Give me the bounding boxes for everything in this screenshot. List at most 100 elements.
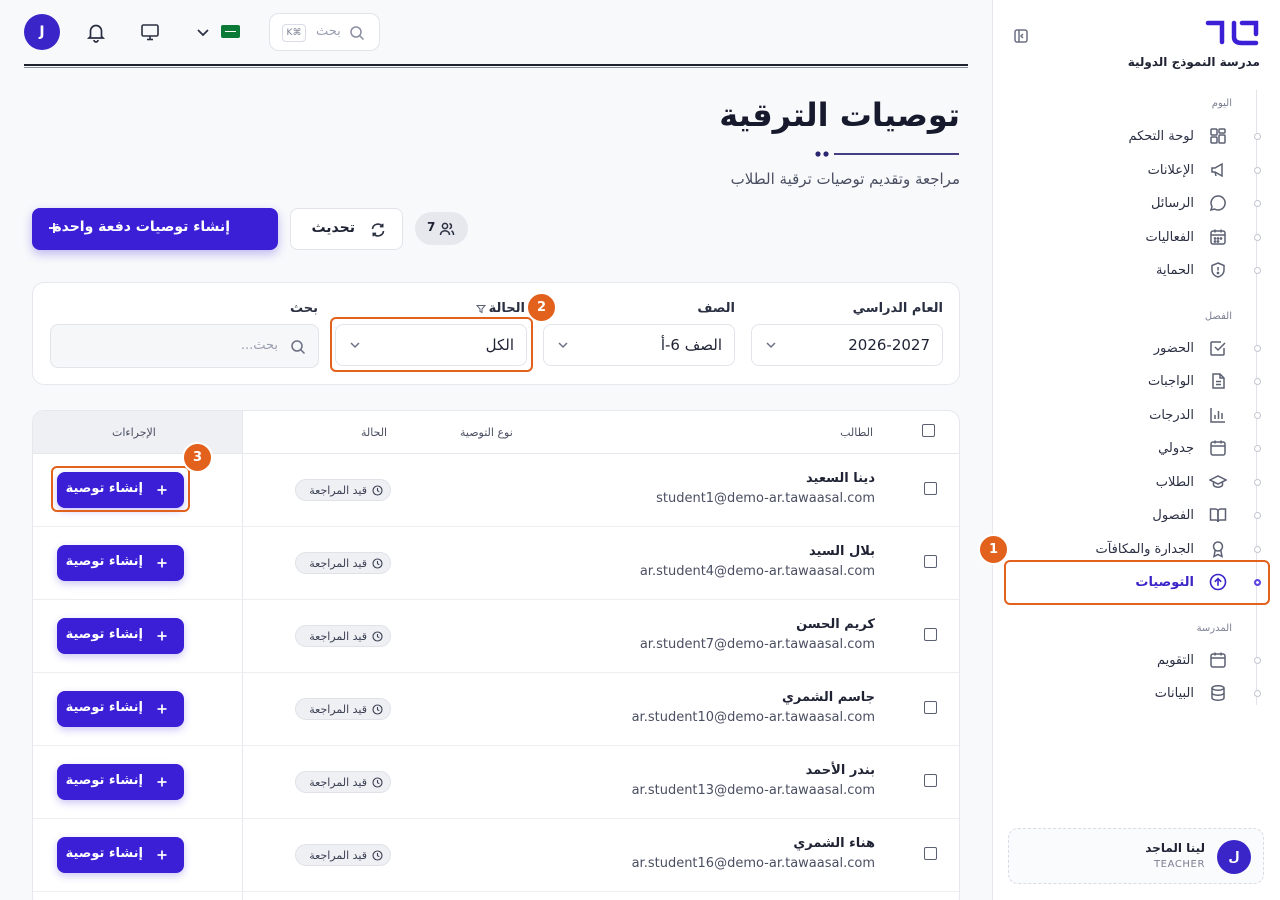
create-recommendation-label: إنشاء توصية bbox=[65, 627, 143, 642]
sidebar-item-dashboard[interactable]: لوحة التحكم bbox=[1004, 122, 1262, 150]
sidebar-item-calendar[interactable]: التقويم bbox=[1004, 646, 1262, 674]
sidebar-item-grades[interactable]: الدرجات bbox=[1004, 401, 1262, 429]
student-name: بندر الأحمد bbox=[805, 763, 875, 778]
header-status: الحالة bbox=[361, 426, 388, 439]
chevron-down-icon bbox=[764, 338, 778, 352]
global-search[interactable]: K⌘ بحث bbox=[269, 13, 380, 51]
page-title: توصيات الترقية bbox=[719, 96, 960, 134]
status-text: قيد المراجعة bbox=[309, 776, 367, 789]
database-icon bbox=[1209, 684, 1227, 702]
sidebar-item-classes[interactable]: الفصول bbox=[1004, 501, 1262, 529]
table-row: جاسم الشمري ar.student10@demo-ar.tawaasa… bbox=[33, 673, 959, 746]
row-checkbox[interactable] bbox=[924, 482, 937, 495]
check-square-icon bbox=[1209, 339, 1227, 357]
search-icon bbox=[290, 339, 306, 355]
title-underline-decoration bbox=[814, 150, 960, 158]
row-checkbox[interactable] bbox=[924, 774, 937, 787]
sidebar-item-protection[interactable]: الحماية bbox=[1004, 256, 1262, 284]
student-name: كريم الحسن bbox=[796, 617, 875, 632]
year-select-value: 2026-2027 bbox=[848, 336, 930, 354]
sidebar-item-label: الفصول bbox=[1152, 507, 1194, 523]
create-recommendation-button[interactable]: إنشاء توصية bbox=[57, 545, 184, 581]
book-icon bbox=[1209, 506, 1227, 524]
create-recommendation-button[interactable]: إنشاء توصية bbox=[57, 764, 184, 800]
clock-icon bbox=[372, 631, 383, 642]
table-row: بندر الأحمد ar.student13@demo-ar.tawaasa… bbox=[33, 746, 959, 819]
nav-dot bbox=[1254, 266, 1261, 274]
row-checkbox[interactable] bbox=[924, 701, 937, 714]
header-recommendation-type: نوع التوصية bbox=[460, 426, 513, 439]
search-placeholder: بحث bbox=[316, 24, 341, 39]
status-badge: قيد المراجعة bbox=[295, 552, 391, 574]
sidebar-item-students[interactable]: الطلاب bbox=[1004, 468, 1262, 496]
graduation-cap-icon bbox=[1209, 473, 1227, 491]
class-select-value: الصف 6-أ bbox=[660, 336, 722, 354]
sidebar-item-merits[interactable]: الجدارة والمكافآت bbox=[1004, 535, 1262, 563]
profile-name: لينا الماجد bbox=[1145, 841, 1205, 855]
year-filter-label: العام الدراسي bbox=[852, 301, 943, 316]
status-text: قيد المراجعة bbox=[309, 557, 367, 570]
row-checkbox[interactable] bbox=[924, 628, 937, 641]
header-divider bbox=[24, 64, 968, 68]
award-icon bbox=[1209, 540, 1227, 558]
sidebar-item-messages[interactable]: الرسائل bbox=[1004, 189, 1262, 217]
saudi-flag-icon[interactable] bbox=[221, 25, 240, 38]
nav-dot bbox=[1254, 233, 1261, 241]
bell-icon[interactable] bbox=[85, 21, 107, 43]
sidebar-item-label: الجدارة والمكافآت bbox=[1095, 541, 1194, 557]
annotation-step-2: 2 bbox=[526, 292, 557, 323]
year-select[interactable]: 2026-2027 bbox=[751, 324, 943, 366]
batch-create-label: إنشاء توصيات دفعة واحدة bbox=[53, 219, 230, 235]
create-recommendation-button[interactable]: إنشاء توصية bbox=[57, 691, 184, 727]
status-text: قيد المراجعة bbox=[309, 484, 367, 497]
user-profile-card[interactable]: ل لينا الماجد TEACHER bbox=[1008, 828, 1264, 884]
sidebar-item-homework[interactable]: الواجبات bbox=[1004, 367, 1262, 395]
create-recommendation-label: إنشاء توصية bbox=[65, 773, 143, 788]
nav-dot bbox=[1254, 344, 1261, 352]
shield-icon bbox=[1209, 261, 1227, 279]
search-icon bbox=[349, 25, 365, 41]
chevron-down-icon[interactable] bbox=[194, 21, 212, 43]
plus-icon bbox=[155, 629, 169, 643]
sidebar-item-label: الحماية bbox=[1155, 262, 1194, 278]
sidebar-item-announcements[interactable]: الإعلانات bbox=[1004, 156, 1262, 184]
row-checkbox[interactable] bbox=[924, 555, 937, 568]
sidebar-item-my-schedule[interactable]: جدولي bbox=[1004, 434, 1262, 462]
status-text: قيد المراجعة bbox=[309, 630, 367, 643]
sidebar-item-label: الدرجات bbox=[1149, 407, 1194, 423]
clock-icon bbox=[372, 850, 383, 861]
table-row: كريم الحسن ar.student7@demo-ar.tawaasal.… bbox=[33, 600, 959, 673]
row-checkbox[interactable] bbox=[924, 847, 937, 860]
student-email: ar.student16@demo-ar.tawaasal.com bbox=[631, 856, 875, 871]
student-search-input[interactable]: بحث... bbox=[50, 324, 319, 368]
refresh-button[interactable]: تحديث bbox=[290, 208, 403, 250]
select-all-checkbox[interactable] bbox=[922, 424, 935, 437]
keyboard-shortcut: K⌘ bbox=[282, 24, 306, 42]
create-recommendation-button[interactable]: إنشاء توصية bbox=[57, 618, 184, 654]
student-email: student1@demo-ar.tawaasal.com bbox=[656, 491, 875, 506]
batch-create-button[interactable]: إنشاء توصيات دفعة واحدة bbox=[32, 208, 278, 250]
page-subtitle: مراجعة وتقديم توصيات ترقية الطلاب bbox=[730, 170, 960, 188]
nav-dot bbox=[1254, 166, 1261, 174]
dashboard-icon bbox=[1209, 127, 1227, 145]
nav-dot bbox=[1254, 199, 1261, 207]
nav-dot bbox=[1254, 411, 1261, 419]
monitor-icon[interactable] bbox=[139, 21, 161, 43]
calendar-icon bbox=[1209, 228, 1227, 246]
sidebar-item-label: لوحة التحكم bbox=[1128, 128, 1194, 144]
status-text: قيد المراجعة bbox=[309, 849, 367, 862]
class-select[interactable]: الصف 6-أ bbox=[543, 324, 735, 366]
sidebar-item-attendance[interactable]: الحضور bbox=[1004, 334, 1262, 362]
create-recommendation-button[interactable]: إنشاء توصية bbox=[57, 837, 184, 873]
filter-icon bbox=[475, 304, 486, 314]
class-filter-label: الصف bbox=[697, 301, 735, 316]
sidebar-item-events[interactable]: الفعاليات bbox=[1004, 223, 1262, 251]
user-avatar-button[interactable]: J bbox=[24, 14, 60, 50]
clock-icon bbox=[372, 485, 383, 496]
search-placeholder: بحث... bbox=[240, 338, 278, 353]
sidebar-collapse-icon[interactable] bbox=[1013, 28, 1029, 44]
nav-dot bbox=[1254, 656, 1261, 664]
section-label-school: المدرسة bbox=[1196, 623, 1232, 634]
calendar-icon bbox=[1209, 439, 1227, 457]
sidebar-item-data[interactable]: البيانات bbox=[1004, 679, 1262, 707]
